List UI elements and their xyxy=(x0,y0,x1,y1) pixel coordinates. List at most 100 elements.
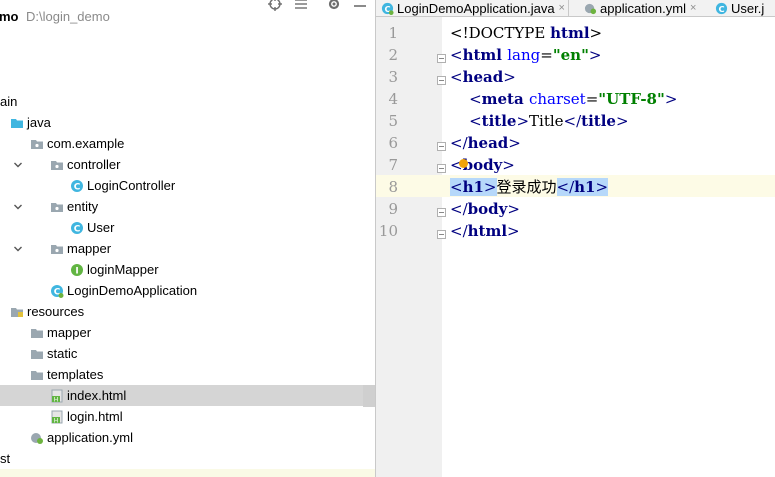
chevron-down-icon[interactable] xyxy=(13,196,23,217)
code-token: Title xyxy=(529,112,564,130)
editor-tab[interactable]: application.yml × xyxy=(579,0,711,16)
tree-item[interactable]: Hindex.html xyxy=(0,385,375,406)
tree-item[interactable]: C User xyxy=(0,217,375,238)
fold-marker-icon[interactable] xyxy=(437,50,446,63)
tree-item[interactable]: entity xyxy=(0,196,375,217)
close-tab-icon[interactable]: × xyxy=(690,2,696,14)
tree-item[interactable]: mapper xyxy=(0,322,375,343)
code-token: > xyxy=(664,90,678,108)
code-token: title xyxy=(581,112,616,130)
editor-tab[interactable]: C LoginDemoApplication.java × xyxy=(376,0,569,16)
line-number: 7 xyxy=(388,156,398,174)
tree-item[interactable]: controller xyxy=(0,154,375,175)
interface-icon: I xyxy=(70,262,84,277)
project-root-name[interactable]: mo xyxy=(0,9,19,24)
tree-item[interactable]: st xyxy=(0,448,375,469)
fold-marker-icon[interactable] xyxy=(437,204,446,217)
folder-icon xyxy=(30,325,44,339)
svg-text:C: C xyxy=(74,225,81,235)
code-token: < xyxy=(450,178,463,196)
fold-marker-icon[interactable] xyxy=(437,160,446,173)
intention-bulb-icon[interactable] xyxy=(459,159,468,168)
package-icon xyxy=(30,136,44,150)
code-token: > xyxy=(503,68,516,86)
close-tab-icon[interactable]: × xyxy=(559,2,565,14)
minimize-icon[interactable] xyxy=(353,0,367,11)
package-icon xyxy=(50,199,64,213)
code-token: charset xyxy=(528,90,586,108)
tree-item[interactable]: java xyxy=(0,112,375,133)
tree-item[interactable]: resources xyxy=(0,301,375,322)
tree-item-label: application.yml xyxy=(47,430,133,445)
code-token: "en" xyxy=(552,46,589,64)
tree-item[interactable]: static xyxy=(0,343,375,364)
tree-item[interactable]: C LoginController xyxy=(0,175,375,196)
collapse-all-icon[interactable] xyxy=(294,0,308,11)
code-token: > xyxy=(502,156,515,174)
code-token: meta xyxy=(481,90,529,108)
project-root-path: D:\login_demo xyxy=(26,9,110,24)
target-icon[interactable] xyxy=(268,0,282,11)
tree-item[interactable]: application.yml xyxy=(0,427,375,448)
editor-tab-label: User.j xyxy=(731,0,765,16)
code-token: < xyxy=(450,90,482,108)
code-token: > xyxy=(483,178,497,196)
tree-item-label: index.html xyxy=(67,388,127,403)
tree-item-label: templates xyxy=(47,367,104,382)
tree-item[interactable]: templates xyxy=(0,364,375,385)
tree-item[interactable]: mapper xyxy=(0,238,375,259)
html-icon: H xyxy=(50,388,64,404)
tree-item[interactable]: com.example xyxy=(0,133,375,154)
code-token: > xyxy=(507,200,520,218)
code-token: body xyxy=(467,200,508,218)
fold-marker-icon[interactable] xyxy=(437,72,446,85)
code-token: </ xyxy=(563,112,582,130)
chevron-down-icon[interactable] xyxy=(13,238,23,259)
code-token: h1 xyxy=(574,178,596,196)
fold-marker-icon[interactable] xyxy=(437,226,446,239)
editor-tab[interactable]: C User.j xyxy=(710,0,775,16)
line-number: 5 xyxy=(388,112,398,130)
tree-item-label: static xyxy=(47,346,78,361)
code-line[interactable]: <meta charset="UTF-8"> xyxy=(450,88,677,110)
tree-item-label: LoginDemoApplication xyxy=(67,283,198,298)
code-line[interactable]: </body> xyxy=(450,198,520,220)
code-token: html xyxy=(462,46,508,64)
tree-item-label: resources xyxy=(27,304,85,319)
code-token: html xyxy=(550,24,590,42)
code-token: <!DOCTYPE xyxy=(450,24,551,42)
chevron-down-icon[interactable] xyxy=(13,154,23,175)
gear-icon[interactable] xyxy=(327,0,341,11)
project-panel-header: mo D:\login_demo xyxy=(0,0,375,24)
code-token: </ xyxy=(450,134,468,152)
svg-text:H: H xyxy=(54,418,59,425)
code-line[interactable]: </head> xyxy=(450,132,521,154)
project-tool-window: mo D:\login_demo ain java com.example contr… xyxy=(0,0,375,477)
code-line[interactable]: <title>Title</title> xyxy=(450,110,629,132)
code-line[interactable]: </html> xyxy=(450,220,520,242)
tree-item[interactable]: Hlogin.html xyxy=(0,406,375,427)
code-token: body xyxy=(462,156,503,174)
code-line[interactable]: <html lang="en"> xyxy=(450,44,601,66)
code-token: lang xyxy=(507,46,541,64)
package-icon xyxy=(50,157,64,171)
code-line[interactable]: <h1>登录成功</h1> xyxy=(450,176,609,198)
line-number: 9 xyxy=(388,200,398,218)
code-editor: C LoginDemoApplication.java × application.y… xyxy=(376,0,775,477)
tree-item-label: LoginController xyxy=(87,178,176,193)
fold-marker-icon[interactable] xyxy=(437,138,446,151)
code-token: head xyxy=(467,134,509,152)
tree-item[interactable]: IloginMapper xyxy=(0,259,375,280)
code-line[interactable]: <head> xyxy=(450,66,516,88)
tree-item[interactable]: C LoginDemoApplication xyxy=(0,280,375,301)
spring-class-icon: C xyxy=(381,2,394,15)
tree-item-label: entity xyxy=(67,199,99,214)
yml-icon xyxy=(584,2,597,15)
folder-icon xyxy=(30,346,44,360)
tree-item[interactable]: ain xyxy=(0,91,375,112)
tree-item-label: controller xyxy=(67,157,121,172)
tree-item-label: login.html xyxy=(67,409,123,424)
line-number: 1 xyxy=(388,24,398,42)
code-line[interactable]: <!DOCTYPE html> xyxy=(450,22,602,44)
project-scrollbar[interactable] xyxy=(363,385,375,407)
